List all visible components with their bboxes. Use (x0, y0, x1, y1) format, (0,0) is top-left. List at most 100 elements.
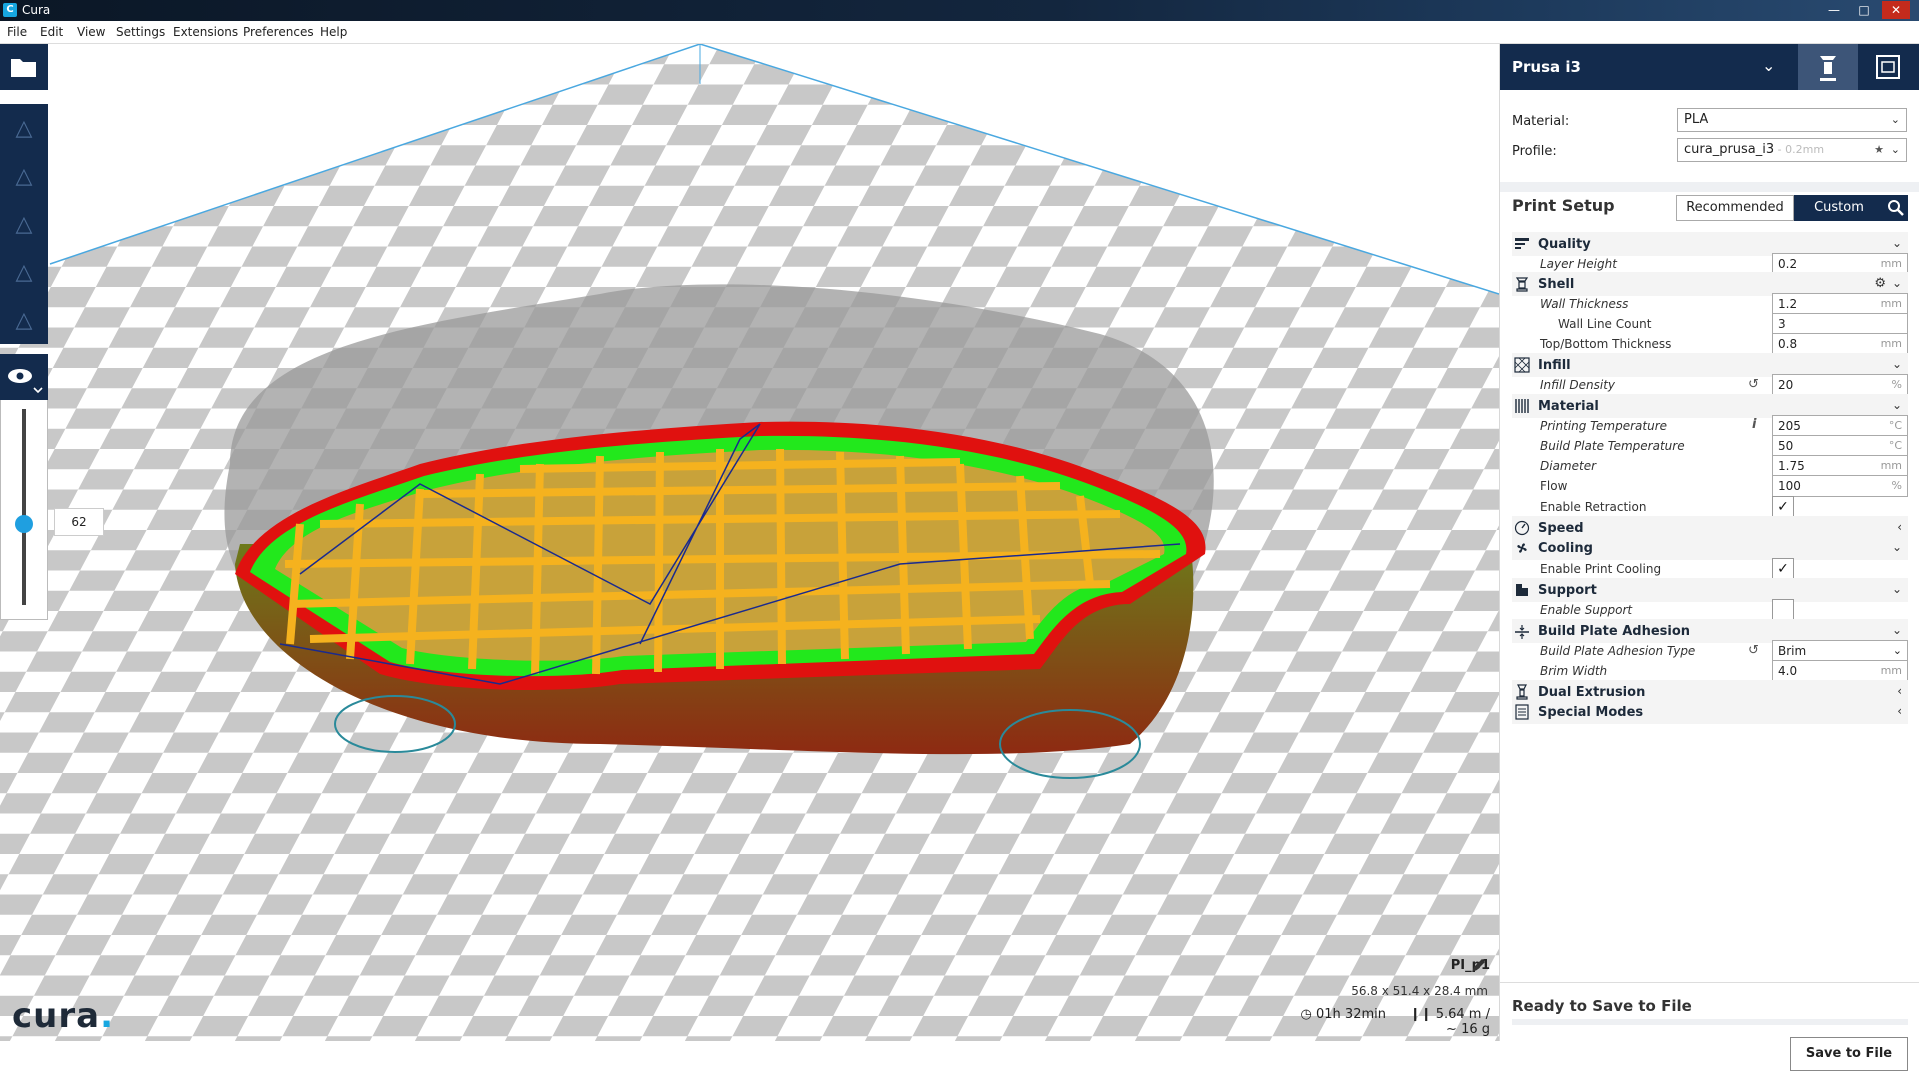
translate-tool-icon[interactable]: △ (16, 116, 33, 141)
chevron-left-icon: ‹ (1897, 704, 1902, 718)
setting-value: 20 (1778, 378, 1794, 392)
profile-dropdown[interactable]: cura_prusa_i3 - 0.2mm ★ ⌄ (1677, 138, 1907, 162)
machine-name[interactable]: Prusa i3 (1512, 58, 1581, 76)
chevron-down-icon: ⌄ (1890, 113, 1900, 126)
mirror-tool-icon[interactable]: △ (16, 260, 33, 285)
material-dropdown[interactable]: PLA ⌄ (1677, 108, 1907, 132)
setting-label: Printing Temperature (1540, 419, 1668, 433)
build-plate-scene (0, 44, 1499, 1041)
star-icon[interactable]: ★ (1874, 139, 1884, 161)
menu-edit[interactable]: Edit (40, 25, 63, 39)
category-label: Support (1538, 583, 1597, 598)
setting-label: Wall Line Count (1558, 317, 1652, 331)
machine-dropdown-icon[interactable]: ⌄ (1762, 56, 1775, 75)
setting-unit: % (1891, 479, 1902, 492)
profile-label: Profile: (1512, 144, 1557, 159)
setting-label: Layer Height (1540, 257, 1617, 271)
reset-icon[interactable]: ↺ (1748, 643, 1759, 658)
top-bottom-thickness-input[interactable]: 0.8 mm (1772, 333, 1908, 355)
category-label: Material (1538, 399, 1599, 414)
maximize-icon[interactable]: □ (1850, 1, 1878, 19)
scale-tool-icon[interactable]: △ (16, 164, 33, 189)
menu-extensions[interactable]: Extensions (173, 25, 238, 39)
menu-file[interactable]: File (7, 25, 27, 39)
menu-preferences[interactable]: Preferences (243, 25, 314, 39)
setting-label: Brim Width (1540, 664, 1608, 678)
menu-view[interactable]: View (77, 25, 105, 39)
setting-label: Build Plate Adhesion Type (1540, 644, 1696, 658)
close-icon[interactable]: ✕ (1882, 1, 1910, 19)
chevron-down-icon: ⌄ (1890, 143, 1900, 156)
tab-prepare[interactable] (1798, 44, 1858, 90)
setting-unit: mm (1880, 297, 1902, 310)
model-dimensions: 56.8 x 51.4 x 28.4 mm (1351, 984, 1488, 998)
infill-density-input[interactable]: 20% (1772, 374, 1908, 396)
per-model-settings-icon[interactable]: △ (16, 308, 33, 333)
setting-value: 0.8 (1778, 337, 1798, 351)
pencil-icon (1472, 959, 1485, 972)
flow-input[interactable]: 100% (1772, 475, 1908, 497)
setting-label: Enable Print Cooling (1540, 562, 1662, 576)
setting-label: Wall Thickness (1540, 297, 1629, 311)
chevron-down-icon: ⌄ (1891, 623, 1902, 637)
category-special-modes[interactable]: Special Modes ‹ (1512, 700, 1908, 724)
category-label: Infill (1538, 358, 1571, 373)
open-file-button[interactable] (0, 44, 48, 90)
category-label: Dual Extrusion (1538, 685, 1646, 700)
chevron-down-icon: ⌄ (1891, 357, 1902, 371)
transform-tools: △ △ △ △ △ (0, 104, 48, 344)
chevron-down-icon: ⌄ (1891, 236, 1902, 250)
custom-mode-button[interactable]: Custom (1794, 195, 1884, 221)
setting-label: Enable Support (1540, 603, 1633, 617)
cura-logo: cura. (12, 996, 114, 1036)
search-icon (1888, 200, 1904, 216)
setting-unit: mm (1880, 257, 1902, 270)
setting-value: 0.2 (1778, 257, 1798, 271)
menu-settings[interactable]: Settings (116, 25, 165, 39)
view-mode-button[interactable] (0, 354, 48, 400)
recommended-mode-button[interactable]: Recommended (1676, 195, 1794, 221)
brim-width-input[interactable]: 4.0 mm (1772, 660, 1908, 682)
3d-viewport[interactable] (0, 44, 1499, 1041)
edit-job-name-icon[interactable] (1470, 958, 1486, 974)
layer-slider-track[interactable] (22, 409, 26, 605)
gear-icon[interactable]: ⚙ (1874, 276, 1886, 291)
quality-icon (1515, 238, 1529, 249)
chevron-down-icon: ⌄ (1891, 540, 1902, 554)
print-time: ◷ 01h 32min (1280, 1007, 1386, 1022)
material-usage-value: 5.64 m / ~ 16 g (1435, 1007, 1490, 1037)
setting-value: Brim (1778, 644, 1807, 658)
setting-search-button[interactable] (1884, 195, 1908, 221)
menu-help[interactable]: Help (320, 25, 347, 39)
rotate-tool-icon[interactable]: △ (16, 212, 33, 237)
category-label: Cooling (1538, 541, 1593, 556)
setting-value: 1.75 (1778, 459, 1805, 473)
profile-value: cura_prusa_i3 (1684, 142, 1775, 157)
output-status: Ready to Save to File (1512, 997, 1692, 1015)
sidebar-separator (1500, 182, 1919, 192)
chevron-down-icon: ⌄ (1891, 398, 1902, 412)
profile-suffix: - 0.2mm (1774, 143, 1825, 156)
info-icon[interactable]: i (1752, 417, 1756, 432)
eye-icon (8, 369, 43, 394)
reset-icon[interactable]: ↺ (1748, 377, 1759, 392)
enable-print-cooling-checkbox[interactable]: ✓ (1772, 558, 1794, 580)
setting-value: 3 (1778, 317, 1786, 331)
material-usage: ❙❙ 5.64 m / ~ 16 g (1395, 1007, 1490, 1037)
setting-value: 100 (1778, 479, 1801, 493)
setting-label: Diameter (1540, 459, 1597, 473)
layer-slider-handle[interactable] (15, 515, 33, 533)
infill-icon (1514, 357, 1530, 373)
tab-monitor[interactable] (1858, 44, 1918, 90)
layer-number-input[interactable]: 62 (54, 508, 104, 536)
minimize-icon[interactable]: — (1820, 1, 1848, 19)
chevron-down-icon: ⌄ (1892, 644, 1902, 657)
print-time-value: 01h 32min (1316, 1007, 1386, 1022)
save-to-file-button[interactable]: Save to File (1790, 1037, 1908, 1071)
speed-icon (1514, 520, 1530, 536)
enable-support-checkbox[interactable] (1772, 599, 1794, 621)
enable-retraction-checkbox[interactable]: ✓ (1772, 496, 1794, 518)
setting-unit: % (1891, 378, 1902, 391)
setting-label: Build Plate Temperature (1540, 439, 1685, 453)
chevron-left-icon: ‹ (1897, 684, 1902, 698)
